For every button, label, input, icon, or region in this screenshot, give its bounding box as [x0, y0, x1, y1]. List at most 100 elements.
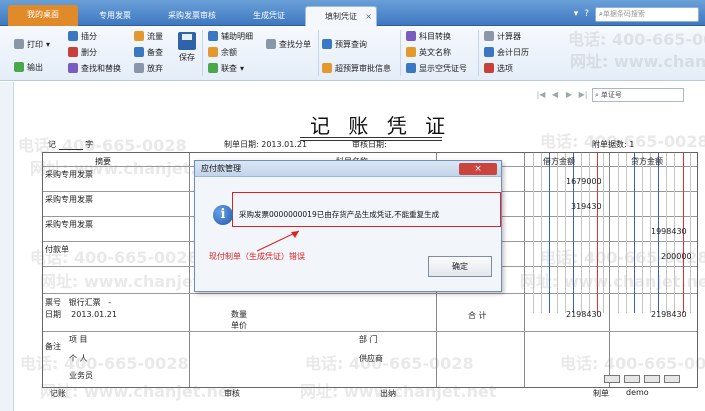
ticket-type: 银行汇票	[68, 298, 101, 307]
subject-convert-button[interactable]: 科目转换	[406, 29, 451, 43]
tabbar-right: ▾ ? ⌕ 单据条码搜索	[574, 6, 699, 22]
budget-query-button[interactable]: 预算查询	[322, 37, 367, 51]
make-date[interactable]: 制单日期: 2013.01.21	[224, 139, 307, 150]
subject-convert-label: 科目转换	[419, 31, 451, 41]
cancel-button[interactable]: 放弃	[134, 61, 163, 75]
dialog-title-bar: 应付款管理 ×	[195, 161, 501, 177]
voucher-word-suffix: 字	[85, 140, 94, 149]
grid-row-line	[43, 331, 697, 332]
tab-fill-voucher[interactable]: 填制凭证 ×	[305, 6, 377, 26]
tab-special-invoice[interactable]: 专用发票	[84, 6, 146, 26]
dialog-close-button[interactable]: ×	[459, 163, 497, 175]
ok-button[interactable]: 确定	[428, 256, 492, 277]
english-name-button[interactable]: 英文名称	[406, 45, 451, 59]
balance-icon	[208, 47, 218, 57]
calendar-label: 会计日历	[497, 47, 529, 57]
insert-split-button[interactable]: 插分	[68, 29, 97, 43]
expand-icon[interactable]	[664, 375, 680, 383]
save-button[interactable]: 保存	[176, 32, 198, 72]
print-button[interactable]: 打印 ▾	[14, 37, 50, 51]
next-record-icon[interactable]: ▶	[564, 90, 574, 100]
row-debit[interactable]: 1679000	[566, 177, 602, 186]
dept-label: 部 门	[359, 335, 378, 344]
annotation-text: 现付制单（生成凭证）错误	[209, 252, 305, 261]
balance-button[interactable]: 余额	[208, 45, 237, 59]
voucher-word[interactable]: 记 字	[48, 139, 93, 150]
error-dialog: 应付款管理 × i 采购发票0000000019已由存货产品生成凭证,不能重复生…	[194, 160, 502, 292]
insert-row-icon	[68, 31, 78, 41]
ticket-date-label: 日期	[45, 310, 61, 319]
output-label: 输出	[27, 62, 43, 72]
col-header-debit: 借方金额	[543, 157, 575, 166]
help-icon[interactable]: ?	[584, 9, 589, 19]
budget-query-label: 预算查询	[335, 39, 367, 49]
output-button[interactable]: 输出	[14, 60, 43, 74]
info-icon: i	[213, 205, 233, 225]
ticket-date-row: 日期 2013.01.21	[45, 309, 117, 320]
balance-label: 余额	[221, 47, 237, 57]
delete-row-icon	[68, 47, 78, 57]
over-budget-button[interactable]: 超预算审批信息	[322, 61, 391, 75]
cashier-label: 出纳	[380, 389, 396, 398]
show-blank-voucher-button[interactable]: 显示空凭证号	[406, 61, 467, 75]
remark-button[interactable]: 备查	[134, 45, 163, 59]
first-record-icon[interactable]: |◀	[536, 90, 546, 100]
aux-detail-icon	[208, 31, 218, 41]
find-replace-button[interactable]: 查找和替换	[68, 61, 121, 75]
card-icon[interactable]	[624, 375, 640, 383]
export-icon	[14, 62, 24, 72]
delete-split-button[interactable]: 删分	[68, 45, 97, 59]
find-split-button[interactable]: 查找分单	[266, 37, 311, 51]
row-credit[interactable]: 1998430	[651, 227, 687, 236]
aux-detail-button[interactable]: 辅助明细	[208, 29, 253, 43]
over-budget-icon	[322, 63, 332, 73]
signature-bar: 记账 审核 出纳 制单 demo	[42, 388, 698, 408]
row-summary[interactable]: 采购专用发票	[45, 169, 93, 180]
row-summary[interactable]: 采购专用发票	[45, 194, 93, 205]
tab-purchase-invoice-audit[interactable]: 采购发票审核	[152, 6, 232, 26]
calendar-button[interactable]: 会计日历	[484, 45, 529, 59]
left-collapse-bar[interactable]	[0, 82, 14, 411]
audit-date-label: 审核日期:	[352, 140, 387, 149]
calculator-small-icon[interactable]	[604, 375, 620, 383]
find-split-label: 查找分单	[279, 39, 311, 49]
project-label: 项 目	[69, 335, 88, 344]
total-credit: 2198430	[651, 310, 687, 319]
note-label: 备注	[45, 342, 61, 351]
calculator-button[interactable]: 计算器	[484, 29, 521, 43]
link-query-button[interactable]: 联查 ▾	[208, 61, 244, 75]
prev-record-icon[interactable]: ◀	[550, 90, 560, 100]
ticket-date-value: 2013.01.21	[71, 310, 117, 319]
picture-icon[interactable]	[644, 375, 660, 383]
row-summary[interactable]: 采购专用发票	[45, 219, 93, 230]
row-debit[interactable]: 319430	[571, 202, 602, 211]
voucher-find-input[interactable]: ⌕ 单证号	[592, 88, 684, 102]
title-underline	[300, 137, 442, 138]
close-icon[interactable]: ×	[365, 7, 372, 27]
search-icon: ⌕	[595, 90, 599, 99]
search-input[interactable]: ⌕ 单据条码搜索	[595, 6, 699, 22]
tab-generate-voucher[interactable]: 生成凭证	[238, 6, 300, 26]
last-record-icon[interactable]: ▶|	[578, 90, 588, 100]
flow-label: 流量	[147, 31, 163, 41]
cancel-icon	[134, 63, 144, 73]
attach-count[interactable]: 附单据数: 1	[592, 139, 634, 150]
options-label: 选项	[497, 63, 513, 73]
options-button[interactable]: 选项	[484, 61, 513, 75]
flow-button[interactable]: 流量	[134, 29, 163, 43]
save-disk-icon	[178, 32, 196, 50]
dropdown-arrow-icon[interactable]: ▾	[574, 9, 579, 19]
budget-query-icon	[322, 39, 332, 49]
calendar-icon	[484, 47, 494, 57]
separator	[202, 30, 203, 76]
english-name-icon	[406, 47, 416, 57]
maker-label: 制单	[593, 389, 609, 398]
total-label: 合 计	[468, 311, 487, 320]
row-credit[interactable]: 200000	[661, 252, 692, 261]
over-budget-label: 超预算审批信息	[335, 63, 391, 73]
tab-my-desktop[interactable]: 我的桌面	[8, 5, 78, 26]
separator	[478, 30, 479, 76]
ticket-dash: -	[108, 298, 112, 307]
row-summary[interactable]: 付款单	[45, 244, 69, 255]
audit-label: 审核	[224, 389, 240, 398]
